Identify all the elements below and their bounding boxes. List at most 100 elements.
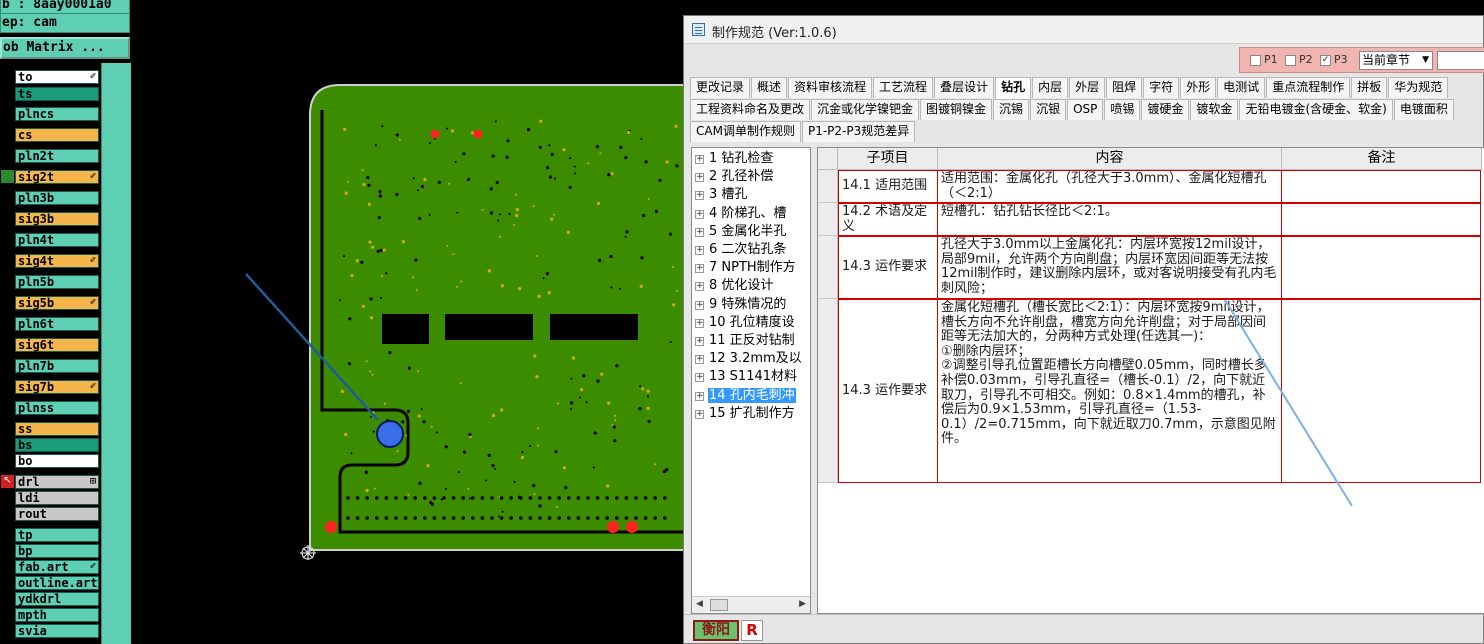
scroll-left-icon[interactable]: ◀ — [696, 599, 703, 609]
layer-drl[interactable]: drl ⊞ — [15, 475, 99, 489]
layer-svia[interactable]: svia — [15, 624, 99, 638]
cell-sub[interactable]: 14.2 术语及定义 — [838, 203, 938, 236]
tree-item[interactable]: +9 特殊情况的 — [695, 296, 787, 314]
tab-row1-4[interactable]: 叠层设计 — [934, 77, 995, 98]
tree-item[interactable]: +7 NPTH制作方 — [695, 259, 797, 277]
r-button[interactable]: R — [741, 620, 763, 641]
expand-icon[interactable]: + — [695, 300, 704, 310]
tree-item[interactable]: +3 槽孔 — [695, 186, 748, 204]
cell-content[interactable]: 孔径大于3.0mm以上金属化孔：内层环宽按12mil设计，局部9mil，允许两个… — [937, 236, 1282, 299]
tab-row1-8[interactable]: 阻焊 — [1106, 77, 1143, 98]
layer-pln2t[interactable]: pln2t — [15, 149, 99, 163]
layer-sig4t[interactable]: sig4t ✐ — [15, 254, 99, 268]
layer-fab-art[interactable]: fab.art ✐ — [15, 560, 99, 574]
tree-horizontal-scrollbar[interactable]: ◀ ▶ — [692, 596, 810, 613]
tree-item[interactable]: +14 孔内毛刺冲 — [695, 387, 796, 405]
expand-icon[interactable]: + — [695, 173, 704, 183]
header-remark[interactable]: 备注 — [1282, 148, 1482, 170]
tab-row2-2[interactable]: 图镀铜镍金 — [920, 99, 993, 120]
expand-icon[interactable]: + — [695, 264, 704, 274]
tab-row2-6[interactable]: 喷锡 — [1104, 99, 1141, 120]
expand-icon[interactable]: + — [695, 191, 704, 201]
cell-content[interactable]: 适用范围：金属化孔（孔径大于3.0mm）、金属化短槽孔（＜2:1） — [937, 170, 1282, 203]
tab-row1-7[interactable]: 外层 — [1069, 77, 1106, 98]
expand-icon[interactable]: + — [695, 409, 704, 419]
tab-row1-0[interactable]: 更改记录 — [690, 77, 751, 98]
tab-row1-14[interactable]: 华为规范 — [1388, 77, 1449, 98]
row-indicator[interactable] — [818, 170, 838, 203]
expand-icon[interactable]: + — [695, 355, 704, 365]
tree-item[interactable]: +2 孔径补偿 — [695, 168, 774, 186]
expand-icon[interactable]: + — [695, 337, 704, 346]
layer-ldi[interactable]: ldi — [15, 491, 99, 505]
expand-icon[interactable]: + — [695, 391, 704, 401]
layer-pln4t[interactable]: pln4t — [15, 233, 99, 247]
tab-row2-5[interactable]: OSP — [1067, 99, 1104, 120]
title-bar[interactable]: 制作规范 (Ver:1.0.6) — [684, 16, 1483, 44]
tab-row2-1[interactable]: 沉金或化学镍钯金 — [811, 99, 920, 120]
cell-sub[interactable]: 14.3 运作要求 — [838, 236, 938, 299]
layer-ss[interactable]: ss — [15, 422, 99, 436]
tab-row2-3[interactable]: 沉锡 — [993, 99, 1030, 120]
layer-outline-art[interactable]: outline.art — [15, 576, 99, 590]
tab-row2-8[interactable]: 镀软金 — [1190, 99, 1239, 120]
tab-row2-7[interactable]: 镀硬金 — [1141, 99, 1190, 120]
expand-icon[interactable]: + — [695, 227, 704, 237]
p1-checkbox[interactable] — [1250, 55, 1261, 66]
layer-pln7b[interactable]: pln7b — [15, 359, 99, 373]
layer-plncs[interactable]: plncs — [15, 107, 99, 121]
tree-item[interactable]: +15 扩孔制作方 — [695, 405, 796, 423]
tree-item[interactable]: +6 二次钻孔条 — [695, 241, 787, 259]
layer-mpth[interactable]: mpth — [15, 608, 99, 622]
tab-row1-13[interactable]: 拼板 — [1351, 77, 1388, 98]
chapter-select[interactable]: 当前章节 ▼ — [1359, 51, 1433, 70]
layer-plnss[interactable]: plnss — [15, 401, 99, 415]
expand-icon[interactable]: + — [695, 318, 704, 328]
p3-checkbox[interactable]: ✓ — [1320, 55, 1331, 66]
layer-pln5b[interactable]: pln5b — [15, 275, 99, 289]
header-subitem[interactable]: 子项目 — [838, 148, 938, 170]
tab-row2-10[interactable]: 电镀面积 — [1393, 99, 1454, 120]
tree-item[interactable]: +13 S1141材料 — [695, 368, 798, 386]
layer-ts[interactable]: ts — [15, 87, 99, 101]
expand-icon[interactable]: + — [695, 209, 704, 219]
layer-pln3b[interactable]: pln3b — [15, 191, 99, 205]
cell-remark[interactable] — [1281, 236, 1481, 299]
header-content[interactable]: 内容 — [938, 148, 1282, 170]
layer-rout[interactable]: rout — [15, 507, 99, 521]
layer-to[interactable]: to ✐ — [15, 70, 99, 84]
scroll-thumb[interactable] — [710, 599, 728, 611]
tab-row3-0[interactable]: CAM调单制作规则 — [690, 121, 801, 142]
tab-row1-6[interactable]: 内层 — [1032, 77, 1069, 98]
tree-item[interactable]: +4 阶梯孔、槽 — [695, 205, 787, 223]
cell-content[interactable]: 短槽孔：钻孔钻长径比＜2:1。 — [937, 203, 1282, 236]
layer-sig5b[interactable]: sig5b ✐ — [15, 296, 99, 310]
tab-row1-2[interactable]: 资料审核流程 — [788, 77, 873, 98]
tab-row2-0[interactable]: 工程资料命名及更改 — [690, 99, 811, 120]
search-input[interactable] — [1437, 51, 1484, 70]
tab-row1-5[interactable]: 钻孔 — [995, 77, 1032, 99]
layer-sig7b[interactable]: sig7b ✐ — [15, 380, 99, 394]
layer-sig6t[interactable]: sig6t — [15, 338, 99, 352]
cell-remark[interactable] — [1281, 299, 1481, 483]
layer-pln6t[interactable]: pln6t — [15, 317, 99, 331]
expand-icon[interactable]: + — [695, 282, 704, 292]
tree-item[interactable]: +11 正反对钻制 — [695, 332, 796, 350]
tab-row1-3[interactable]: 工艺流程 — [873, 77, 934, 98]
tree-item[interactable]: +10 孔位精度设 — [695, 314, 796, 332]
layer-sig3b[interactable]: sig3b — [15, 212, 99, 226]
cell-remark[interactable] — [1281, 203, 1481, 236]
p2-checkbox[interactable] — [1285, 55, 1296, 66]
tree-item[interactable]: +1 钻孔检查 — [695, 150, 774, 168]
job-matrix-button[interactable]: ob Matrix ... — [0, 37, 130, 59]
tab-row1-1[interactable]: 概述 — [751, 77, 788, 98]
tree-item[interactable]: +8 优化设计 — [695, 277, 774, 295]
tab-row2-9[interactable]: 无铅电镀金(含硬金、软金) — [1239, 99, 1393, 120]
cell-sub[interactable]: 14.1 适用范围 — [838, 170, 938, 203]
tree-item[interactable]: +12 3.2mm及以 — [695, 350, 803, 368]
layer-scroll-column[interactable] — [101, 63, 131, 644]
layer-sig2t[interactable]: sig2t ✐ — [15, 170, 99, 184]
cell-sub[interactable]: 14.3 运作要求 — [838, 299, 938, 483]
expand-icon[interactable]: + — [695, 155, 704, 164]
row-indicator[interactable] — [818, 299, 838, 483]
